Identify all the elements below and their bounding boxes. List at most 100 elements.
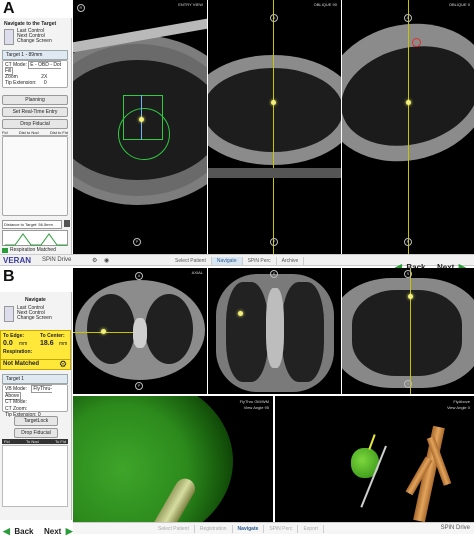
trajectory-guide (368, 434, 376, 450)
fid-col: Fid (2, 130, 8, 135)
respiration-value: Not Matched (3, 361, 39, 367)
coronal-view[interactable]: S (208, 268, 341, 394)
panel-b-sidebar: Navigate Last Control Next Control Chang… (0, 292, 72, 520)
drop-fiducial-button[interactable]: Drop Fiducial (2, 119, 68, 129)
mediastinum (133, 318, 147, 348)
gear-icon[interactable]: ⚙ (59, 359, 67, 370)
ct-zoom-label: CT Zoom: (5, 405, 28, 412)
panel-b-footer: Select Patient Registration Navigate SPiN P… (73, 522, 474, 534)
distance-panel: To Edge: 0.0 mm To Center: 18.6 mm Respi… (0, 330, 71, 360)
tab-spin-perc[interactable]: SPiN Perc (243, 257, 277, 265)
to-edge-unit: mm (19, 341, 28, 347)
tab-spin-perc[interactable]: SPiN Perc (264, 525, 299, 533)
sidebar-back-button[interactable]: ◀ Back (3, 521, 34, 539)
respiration-label: Respiration: (3, 349, 33, 355)
navigate-title: Navigate to the Target (4, 21, 57, 27)
set-real-time-entry-button[interactable]: Set Real-Time Entry (2, 107, 68, 117)
tip-extension-label: Tip Extension: (5, 80, 37, 86)
axial-view[interactable]: AXIAL A P (73, 268, 207, 394)
tab-navigate[interactable]: Navigate (233, 525, 265, 533)
back-arrow-icon: ◀ (3, 526, 10, 536)
orientation-marker: P (404, 238, 412, 246)
flyabove-view[interactable]: FlyAbove View Angle 0 (275, 396, 474, 522)
workflow-tabs: Select Patient Registration Navigate SPiN P… (153, 525, 324, 533)
respiration-status-row: Not Matched ⚙ (0, 359, 71, 370)
target-marker (271, 100, 276, 105)
settings-icon[interactable]: ⚙ (92, 257, 97, 264)
tab-navigate[interactable]: Navigate (211, 257, 243, 265)
tab-registration[interactable]: Registration (195, 525, 233, 533)
tab-export[interactable]: Export (298, 525, 324, 533)
respiration-icon (2, 247, 8, 253)
sagittal-view[interactable]: S I (342, 268, 474, 394)
controller-icon (4, 29, 14, 45)
view-tag: OBLIQUE 0 (448, 2, 470, 7)
panel-b-label: B (3, 268, 15, 285)
product-name: SPiN Drive (42, 257, 72, 263)
flythrough-view[interactable]: FlyThru GM/WM View Angle 95 (73, 396, 273, 522)
target-lock-button[interactable]: TargetLock (14, 416, 58, 426)
fiducial-list (2, 136, 68, 216)
tab-archive[interactable]: Archive (277, 257, 305, 265)
orientation-marker: R (77, 4, 85, 12)
dist-to-fid-col: Dist to Fid (49, 130, 68, 135)
airway-lumen (73, 396, 233, 522)
orientation-marker: P (135, 382, 143, 390)
control-legend: Last Control Next Control Change Screen (17, 306, 52, 321)
trash-icon[interactable] (64, 220, 70, 227)
target-label: Target 1 - 89mm (6, 52, 43, 58)
view-settings: VB Mode: FlyThru-Above CT Mode: CT Zoom:… (2, 384, 68, 418)
view-angle: View Angle 95 (243, 405, 269, 410)
workflow-tabs: Select Patient Navigate SPiN Perc Archive (170, 257, 305, 265)
back-label: Back (14, 527, 34, 536)
respiration-text: Respiration Matched (10, 247, 56, 253)
panel-a-label: A (3, 0, 15, 17)
trajectory-line (410, 268, 411, 394)
tab-select-patient[interactable]: Select Patient (170, 257, 212, 265)
view-tag: ENTRY VIEW (178, 2, 203, 7)
fid-col: Fid (4, 439, 10, 444)
ct-mode-label: CT Mode: (5, 399, 27, 405)
orientation-marker: I (404, 380, 412, 388)
tip-extension-value[interactable]: 0 (44, 80, 47, 86)
oblique-view-90[interactable]: OBLIQUE 90 A P (208, 0, 341, 254)
legend-item: Change Screen (17, 315, 52, 321)
tab-select-patient[interactable]: Select Patient (153, 525, 195, 533)
orientation-marker: P (133, 238, 141, 246)
control-legend: Last Control Next Control Change Screen (17, 29, 52, 44)
target-selector[interactable]: Target 1 - 89mm (2, 50, 68, 60)
orientation-marker: A (270, 14, 278, 22)
waveform-graph (5, 233, 67, 246)
to-center-unit: mm (59, 341, 68, 347)
controller-icon (4, 306, 14, 322)
respiration-status: Respiration Matched (2, 247, 56, 253)
target-circle (118, 108, 170, 160)
fiducial-table-header: Fid To Nod To Fid (2, 439, 68, 444)
target-marker (101, 329, 106, 334)
distance-readout: Distance to Target: 56.5mm (2, 220, 62, 229)
to-edge-value: 0.0 (3, 340, 13, 347)
to-fid-col: To Fid (55, 439, 66, 444)
navigate-title: Navigate (25, 297, 46, 303)
target-selector[interactable]: Target 1 (2, 374, 68, 384)
entry-view[interactable]: ENTRY VIEW R P (73, 0, 207, 254)
drop-fiducial-button[interactable]: Drop Fiducial (14, 428, 58, 438)
planning-button[interactable]: Planning (2, 95, 68, 105)
camera-icon[interactable]: ◉ (104, 257, 109, 264)
to-nod-col: To Nod (25, 439, 39, 444)
oblique-view-0[interactable]: OBLIQUE 0 A P (342, 0, 474, 254)
view-tag: AXIAL (191, 270, 203, 275)
entry-point-marker (412, 38, 421, 47)
view-settings: CT Mode: E - OBD - Dot Fill Zoom 2X Tip … (2, 60, 68, 88)
diaphragm (208, 168, 341, 178)
fiducial-list (2, 445, 68, 507)
legend-item: Change Screen (17, 38, 52, 44)
sidebar-next-button[interactable]: Next ▶ (44, 521, 73, 539)
to-center-value: 18.6 (40, 340, 54, 347)
view-tag: FlyThru GM/WM (239, 399, 269, 404)
target-marker (406, 100, 411, 105)
target-marker (139, 117, 144, 122)
target-marker (238, 311, 243, 316)
dist-to-nod-col: Dist to Nod (18, 130, 39, 135)
brand-logo: VERAN (3, 256, 32, 265)
